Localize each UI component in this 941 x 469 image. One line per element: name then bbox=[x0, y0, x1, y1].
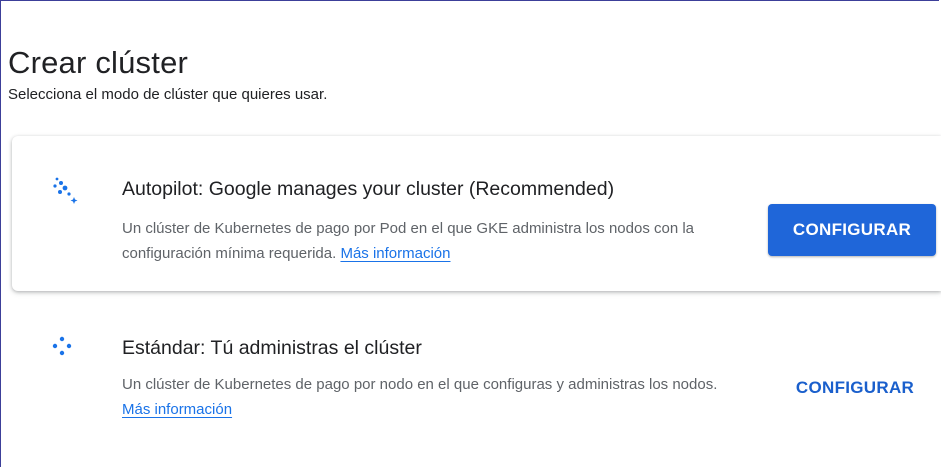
autopilot-configure-button[interactable]: CONFIGURAR bbox=[768, 204, 936, 256]
standard-learn-more-link[interactable]: Más información bbox=[122, 401, 232, 418]
standard-option-description: Un clúster de Kubernetes de pago por nod… bbox=[122, 372, 742, 422]
standard-description-text: Un clúster de Kubernetes de pago por nod… bbox=[122, 376, 718, 393]
autopilot-option-description: Un clúster de Kubernetes de pago por Pod… bbox=[122, 216, 762, 266]
page-subtitle: Selecciona el modo de clúster que quiere… bbox=[8, 86, 328, 103]
autopilot-learn-more-link[interactable]: Más información bbox=[340, 245, 450, 262]
standard-dots-icon bbox=[52, 336, 72, 356]
standard-configure-button[interactable]: CONFIGURAR bbox=[775, 370, 935, 406]
autopilot-sparkle-icon bbox=[53, 177, 78, 204]
autopilot-option-title: Autopilot: Google manages your cluster (… bbox=[122, 178, 615, 200]
page-title: Crear clúster bbox=[8, 44, 189, 80]
standard-option-title: Estándar: Tú administras el clúster bbox=[122, 337, 422, 359]
